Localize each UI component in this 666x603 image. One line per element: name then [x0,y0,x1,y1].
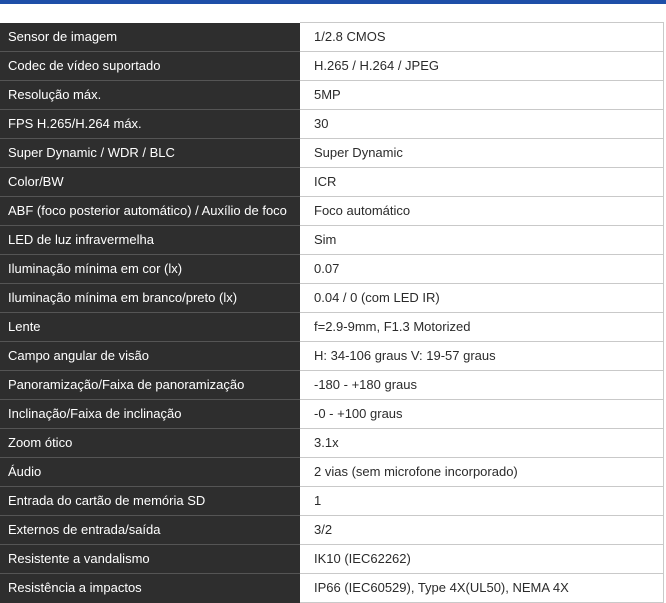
table-row: Campo angular de visão H: 34-106 graus V… [0,341,664,371]
spec-label: Entrada do cartão de memória SD [0,486,300,516]
spec-value: 0.04 / 0 (com LED IR) [300,283,664,313]
table-row: Color/BW ICR [0,167,664,197]
table-row: Panoramização/Faixa de panoramização -18… [0,370,664,400]
spec-label: Inclinação/Faixa de inclinação [0,399,300,429]
table-row: Iluminação mínima em cor (lx) 0.07 [0,254,664,284]
spec-label: ABF (foco posterior automático) / Auxíli… [0,196,300,226]
table-row: Resolução máx. 5MP [0,80,664,110]
table-row: ABF (foco posterior automático) / Auxíli… [0,196,664,226]
table-row: Super Dynamic / WDR / BLC Super Dynamic [0,138,664,168]
spec-label: Campo angular de visão [0,341,300,371]
spec-value: H: 34-106 graus V: 19-57 graus [300,341,664,371]
spec-label: Zoom ótico [0,428,300,458]
spec-value: Sim [300,225,664,255]
spec-label: Codec de vídeo suportado [0,51,300,81]
spec-label: Panoramização/Faixa de panoramização [0,370,300,400]
spec-value: 1/2.8 CMOS [300,22,664,52]
spec-value: f=2.9-9mm, F1.3 Motorized [300,312,664,342]
spec-value: Foco automático [300,196,664,226]
spec-value: -180 - +180 graus [300,370,664,400]
spec-table: Sensor de imagem 1/2.8 CMOS Codec de víd… [0,22,664,603]
spec-value: IK10 (IEC62262) [300,544,664,574]
table-row: Zoom ótico 3.1x [0,428,664,458]
table-row: Codec de vídeo suportado H.265 / H.264 /… [0,51,664,81]
spec-value: 3/2 [300,515,664,545]
spec-label: FPS H.265/H.264 máx. [0,109,300,139]
table-row: LED de luz infravermelha Sim [0,225,664,255]
spec-value: 3.1x [300,428,664,458]
table-row: FPS H.265/H.264 máx. 30 [0,109,664,139]
spec-label: Iluminação mínima em cor (lx) [0,254,300,284]
spec-label: Lente [0,312,300,342]
table-row: Inclinação/Faixa de inclinação -0 - +100… [0,399,664,429]
spec-label: Resolução máx. [0,80,300,110]
table-row: Externos de entrada/saída 3/2 [0,515,664,545]
table-row: Lente f=2.9-9mm, F1.3 Motorized [0,312,664,342]
table-row: Áudio 2 vias (sem microfone incorporado) [0,457,664,487]
top-accent-bar [0,0,666,4]
spec-value: 0.07 [300,254,664,284]
spec-label: Externos de entrada/saída [0,515,300,545]
spec-label: Color/BW [0,167,300,197]
spec-value: H.265 / H.264 / JPEG [300,51,664,81]
spec-label: Áudio [0,457,300,487]
table-row: Resistência a impactos IP66 (IEC60529), … [0,573,664,603]
spec-value: 2 vias (sem microfone incorporado) [300,457,664,487]
spec-value: -0 - +100 graus [300,399,664,429]
spec-label: Sensor de imagem [0,22,300,52]
spec-value: 1 [300,486,664,516]
spec-label: LED de luz infravermelha [0,225,300,255]
spec-value: Super Dynamic [300,138,664,168]
table-row: Sensor de imagem 1/2.8 CMOS [0,22,664,52]
spec-label: Iluminação mínima em branco/preto (lx) [0,283,300,313]
spec-label: Resistente a vandalismo [0,544,300,574]
table-row: Resistente a vandalismo IK10 (IEC62262) [0,544,664,574]
table-row: Iluminação mínima em branco/preto (lx) 0… [0,283,664,313]
spec-label: Super Dynamic / WDR / BLC [0,138,300,168]
spec-value: ICR [300,167,664,197]
spec-value: 5MP [300,80,664,110]
spec-value: IP66 (IEC60529), Type 4X(UL50), NEMA 4X [300,573,664,603]
spec-label: Resistência a impactos [0,573,300,603]
spec-value: 30 [300,109,664,139]
table-row: Entrada do cartão de memória SD 1 [0,486,664,516]
